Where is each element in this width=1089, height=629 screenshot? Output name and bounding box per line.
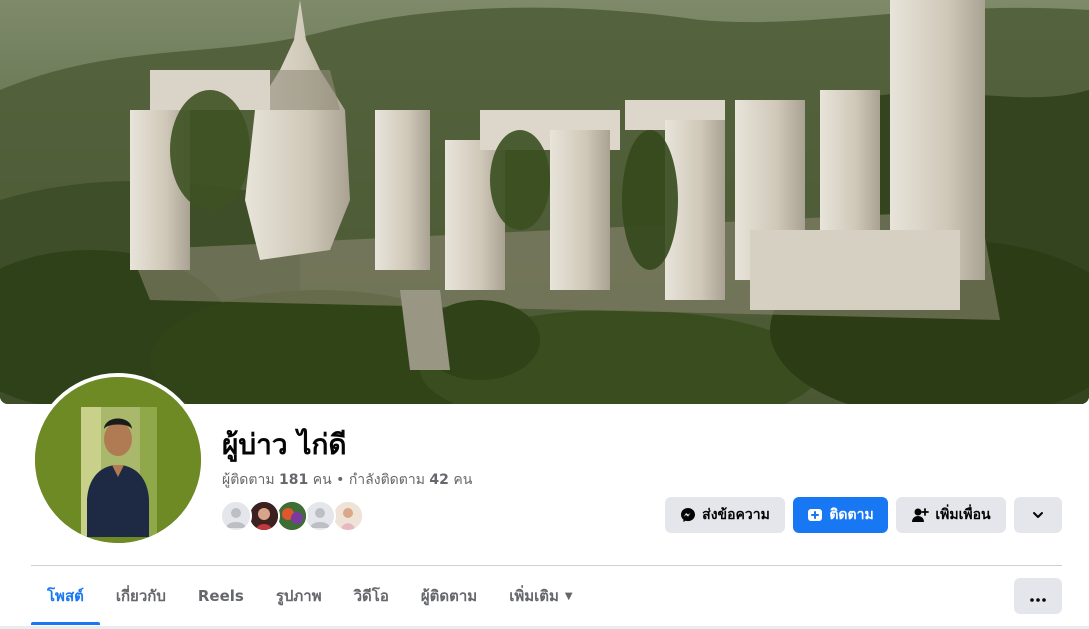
friend-avatar[interactable] (304, 500, 336, 532)
tab-about[interactable]: เกี่ยวกับ (100, 575, 182, 617)
friend-avatar[interactable] (276, 500, 308, 532)
profile-picture-image (35, 377, 201, 543)
caret-down-icon: ▼ (564, 590, 573, 602)
followers-count: 181 (279, 472, 309, 488)
profile-name: ผู้บ่าว ไก่ดี (222, 428, 347, 461)
message-button[interactable]: ส่งข้อความ (665, 497, 785, 533)
tab-more[interactable]: เพิ่มเติม ▼ (493, 575, 588, 617)
following-link[interactable]: กำลังติดตาม 42 คน (349, 472, 472, 488)
profile-picture[interactable] (31, 373, 205, 547)
tab-videos[interactable]: วิดีโอ (338, 575, 405, 617)
tab-label: เพิ่มเติม (509, 587, 559, 605)
followers-label: ผู้ติดตาม (222, 472, 275, 488)
friend-avatar[interactable] (332, 500, 364, 532)
followers-unit: คน (312, 472, 332, 488)
followers-link[interactable]: ผู้ติดตาม 181 คน (222, 472, 332, 488)
stats-separator: • (336, 472, 345, 488)
tab-followers[interactable]: ผู้ติดตาม (405, 575, 493, 617)
profile-page: ผู้บ่าว ไก่ดี ผู้ติดตาม 181 คน • กำลังติ… (0, 0, 1089, 629)
tab-reels[interactable]: Reels (182, 575, 260, 617)
follow-button[interactable]: ติดตาม (793, 497, 888, 533)
add-friend-button-label: เพิ่มเพื่อน (935, 507, 991, 523)
tab-photos[interactable]: รูปภาพ (260, 575, 338, 617)
follow-button-label: ติดตาม (829, 507, 874, 523)
friend-avatar[interactable] (220, 500, 252, 532)
mutual-friends-avatars (220, 500, 370, 534)
friend-avatar[interactable] (248, 500, 280, 532)
tab-label: วิดีโอ (353, 587, 389, 605)
message-button-label: ส่งข้อความ (702, 507, 770, 523)
chevron-down-icon (1031, 508, 1045, 522)
tab-label: Reels (197, 587, 244, 605)
cover-photo[interactable] (0, 0, 1089, 404)
messenger-icon (680, 507, 696, 523)
add-friend-button[interactable]: เพิ่มเพื่อน (896, 497, 1006, 533)
add-friend-icon (911, 507, 930, 523)
tab-label: ผู้ติดตาม (420, 587, 478, 605)
profile-tabs: โพสต์ เกี่ยวกับ Reels รูปภาพ วิดีโอ ผู้ต… (31, 575, 589, 627)
tab-label: รูปภาพ (275, 587, 322, 605)
tab-label: เกี่ยวกับ (115, 587, 166, 605)
more-horizontal-icon (1030, 587, 1046, 606)
more-actions-button[interactable] (1014, 497, 1062, 533)
tabs-overflow-button[interactable] (1014, 578, 1062, 614)
tab-posts[interactable]: โพสต์ (31, 575, 100, 625)
tab-label: โพสต์ (47, 587, 84, 605)
follow-stats: ผู้ติดตาม 181 คน • กำลังติดตาม 42 คน (222, 470, 472, 490)
following-unit: คน (453, 472, 473, 488)
divider (31, 565, 1062, 566)
following-count: 42 (429, 472, 449, 488)
follow-icon (807, 507, 823, 523)
following-label: กำลังติดตาม (348, 472, 425, 488)
